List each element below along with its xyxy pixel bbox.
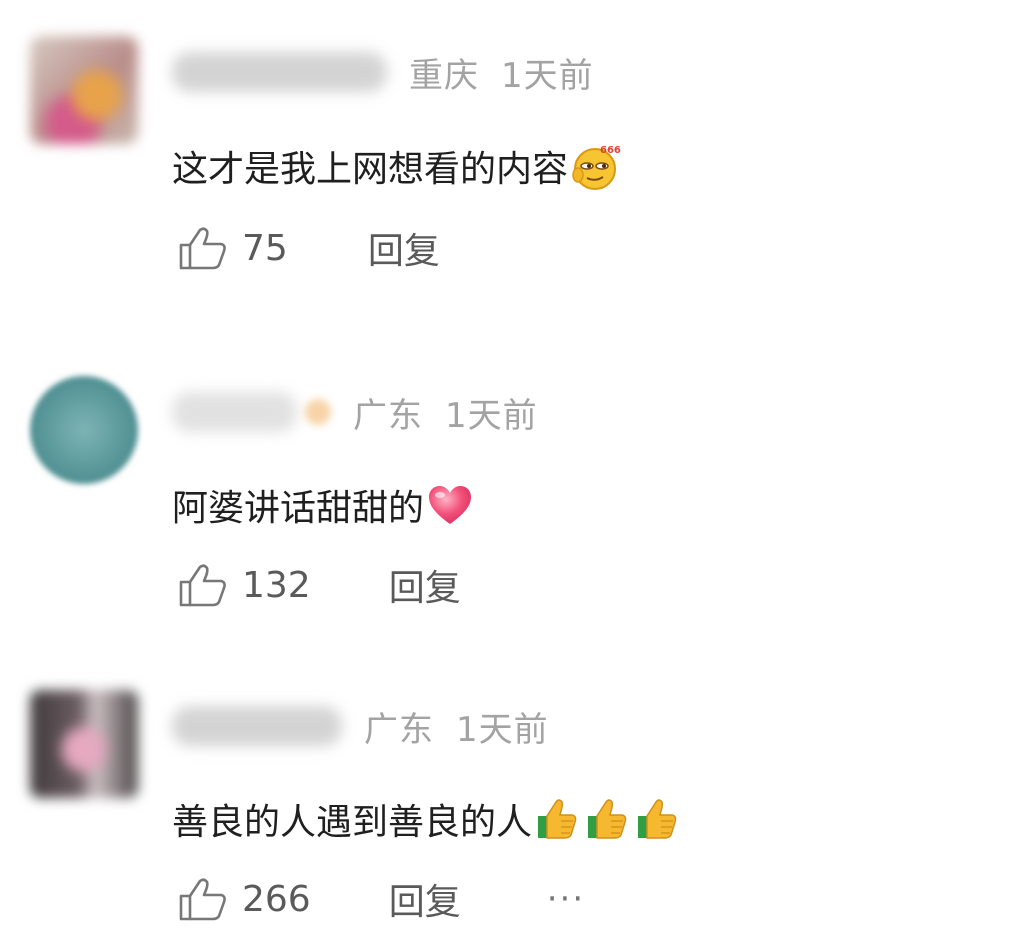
location-label: 重庆: [409, 55, 479, 96]
username-blurred[interactable]: [172, 706, 342, 746]
username-blurred[interactable]: [172, 392, 297, 432]
timestamp: 1天前: [445, 395, 538, 436]
comment-meta: 广东 1天前: [364, 702, 549, 751]
comment-text: 善良的人遇到善良的人: [172, 793, 682, 845]
username-blurred[interactable]: [172, 52, 387, 92]
timestamp: 1天前: [456, 709, 549, 750]
location-label: 广东: [353, 395, 423, 436]
comment-text: 这才是我上网想看的内容 666: [172, 140, 622, 192]
thumbs-up-icon[interactable]: [178, 562, 228, 608]
thumbs-up-icon[interactable]: [178, 876, 228, 922]
comment-body: 善良的人遇到善良的人: [172, 802, 533, 843]
heart-emoji-icon: [426, 483, 474, 527]
comment-actions: 132 回复: [178, 559, 461, 611]
thumbs-up-icon[interactable]: [178, 225, 228, 271]
like-count: 75: [242, 227, 288, 269]
user-badge-icon: [305, 399, 331, 425]
comment-body: 这才是我上网想看的内容: [172, 149, 569, 190]
comment-header: 广东 1天前: [172, 388, 538, 436]
comment-body: 阿婆讲话甜甜的: [172, 488, 425, 529]
more-options-icon[interactable]: ···: [547, 879, 585, 919]
avatar[interactable]: [30, 690, 138, 798]
reply-button[interactable]: 回复: [389, 559, 461, 611]
avatar[interactable]: [30, 376, 138, 484]
location-label: 广东: [364, 709, 434, 750]
comment-actions: 75 回复: [178, 222, 440, 274]
comment-text: 阿婆讲话甜甜的: [172, 479, 474, 531]
comment-header: 广东 1天前: [172, 702, 549, 750]
avatar[interactable]: [30, 36, 138, 144]
reply-button[interactable]: 回复: [389, 873, 461, 925]
svg-text:666: 666: [600, 145, 621, 156]
smug-666-emoji-icon: 666: [570, 141, 622, 191]
comment-header: 重庆 1天前: [172, 48, 594, 96]
timestamp: 1天前: [501, 55, 594, 96]
like-count: 266: [242, 878, 311, 920]
like-count: 132: [242, 564, 311, 606]
reply-button[interactable]: 回复: [368, 222, 440, 274]
thumbs-up-emoji-icon: [534, 796, 682, 842]
comment-meta: 广东 1天前: [353, 388, 538, 437]
comment-meta: 重庆 1天前: [409, 48, 594, 97]
comment-actions: 266 回复 ···: [178, 873, 585, 925]
